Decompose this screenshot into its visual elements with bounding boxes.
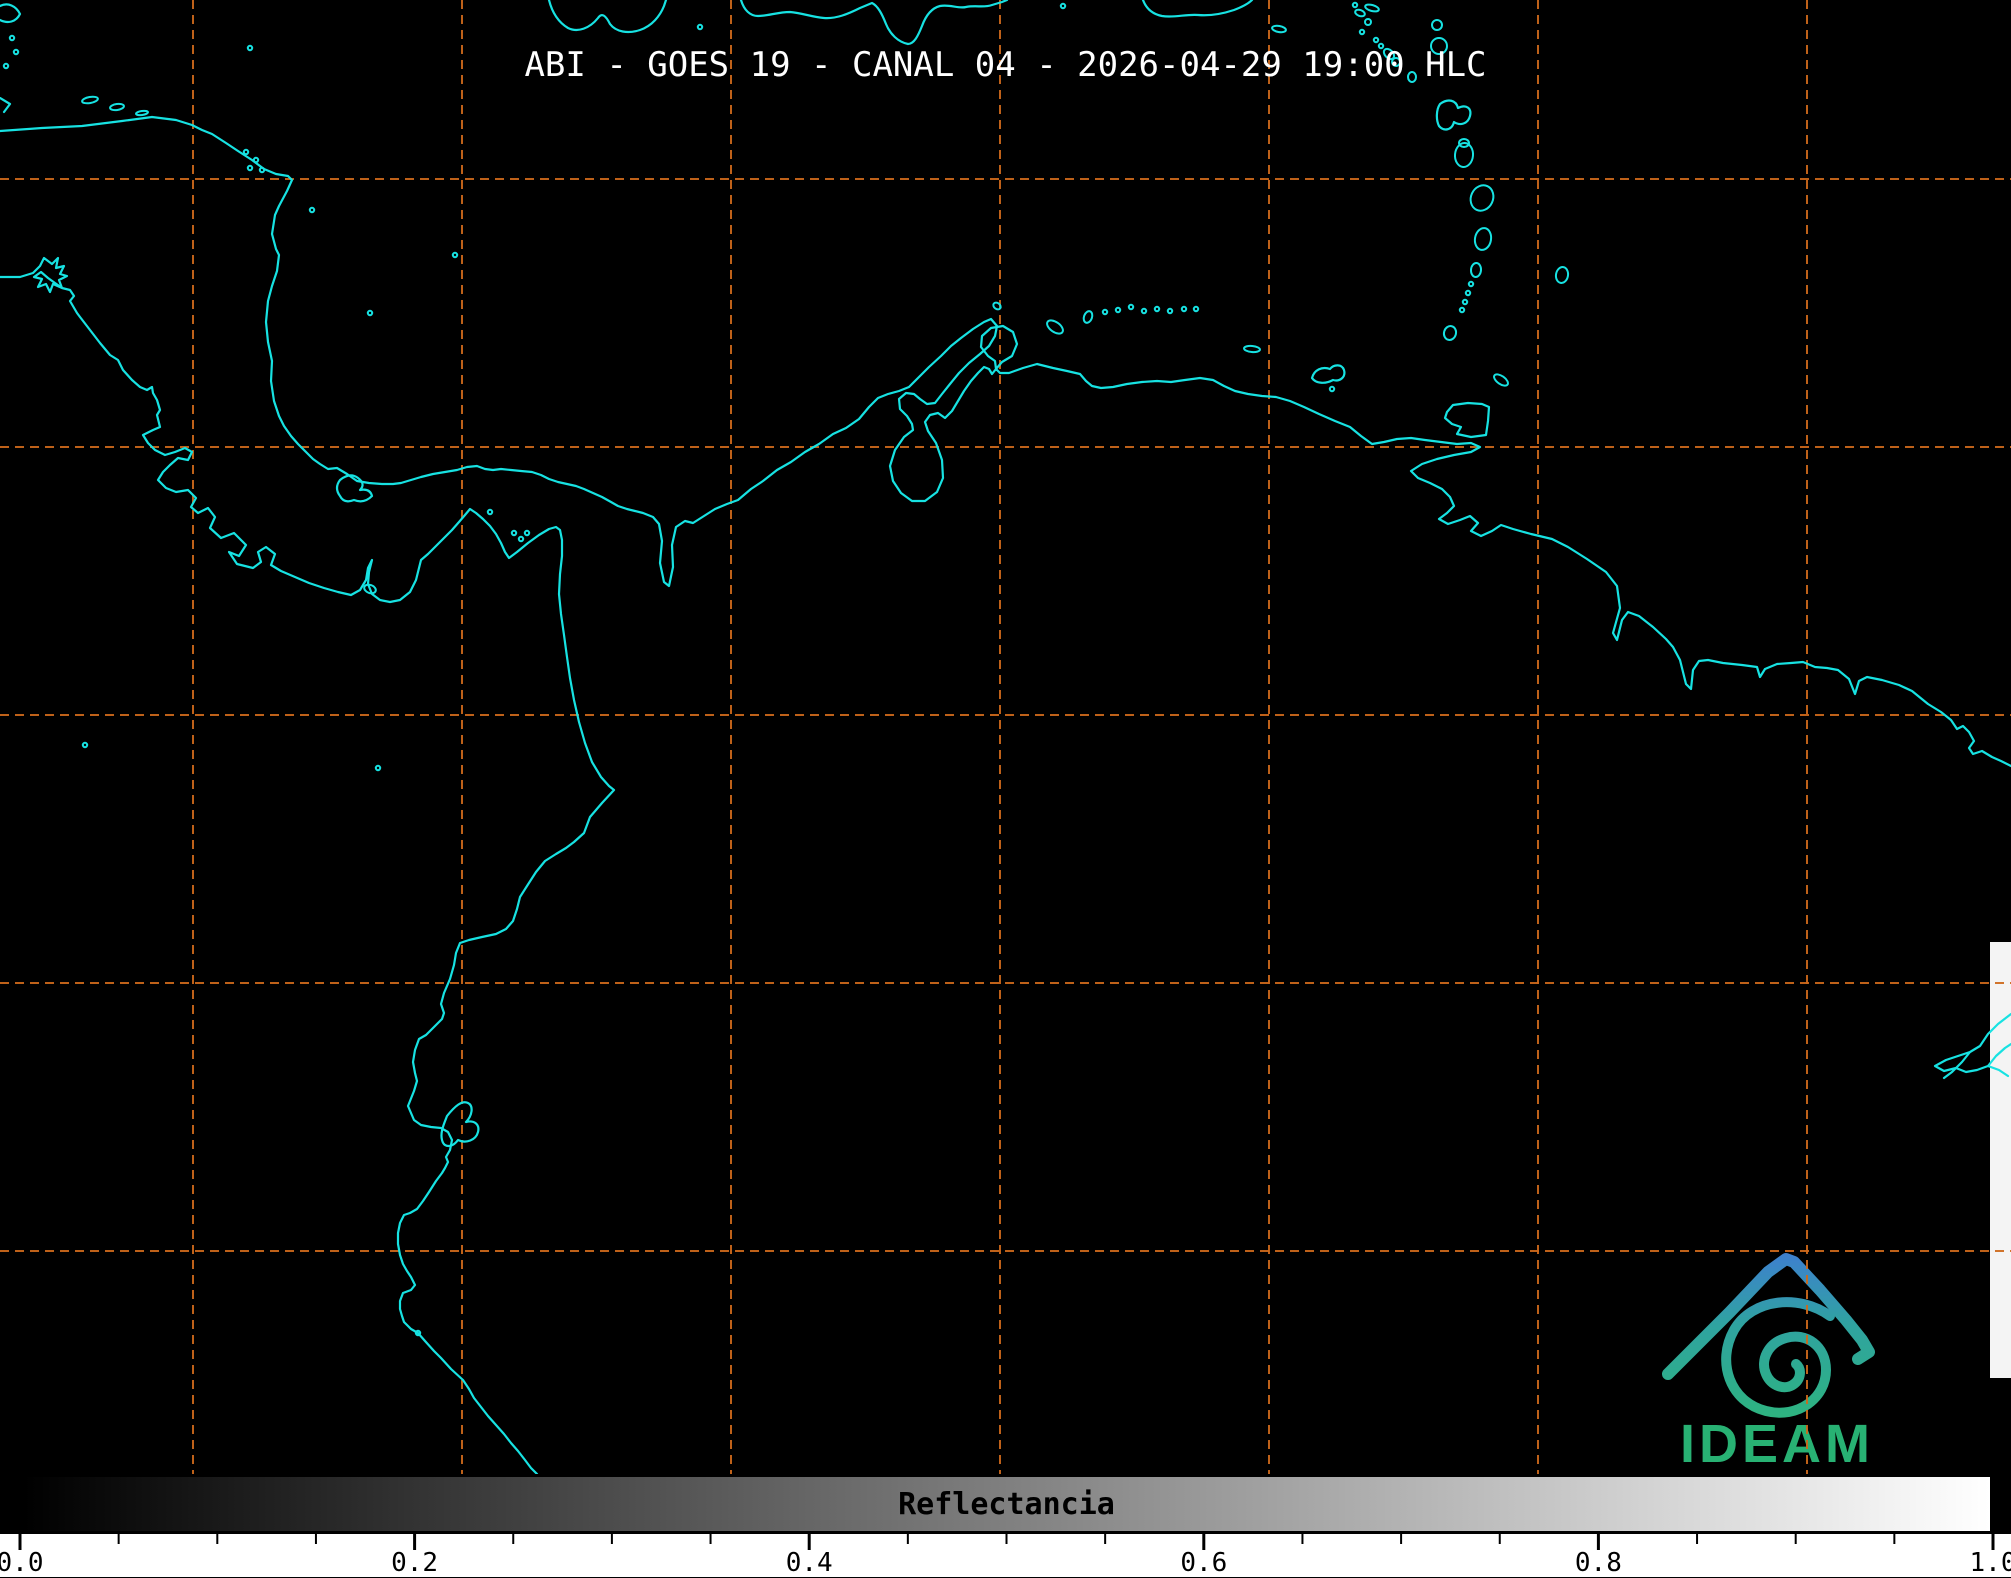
islet-dot — [1464, 289, 1472, 297]
hurricane-spiral-icon — [1721, 1297, 1835, 1418]
satellite-map-figure: IDEAM ABI - GOES 19 - CANAL 04 - 2026-04… — [0, 0, 2011, 1578]
coastline-pacific-mainland — [0, 256, 616, 1474]
islet-dot — [1328, 385, 1336, 393]
map-title: ABI - GOES 19 - CANAL 04 - 2026-04-29 19… — [524, 45, 1487, 85]
small-island-outlines — [81, 3, 1570, 595]
map-canvas: IDEAM — [0, 0, 2011, 1474]
islet-dot — [1059, 2, 1067, 10]
islet-dot — [1140, 307, 1148, 315]
islet-dot — [81, 741, 89, 749]
colorbar-axis: 0.0 0.2 0.4 0.6 0.8 1.0 — [0, 1534, 2011, 1578]
islet-dot — [510, 529, 518, 537]
coastline-jamaica — [547, 0, 668, 34]
ideam-logo: IDEAM — [1662, 1253, 1875, 1474]
colorbar-tick-label: 0.8 — [1574, 1548, 1622, 1578]
island-outline — [1469, 262, 1483, 278]
islet-dot — [1127, 303, 1135, 311]
islet-dot — [1358, 28, 1366, 36]
islet-dot — [1372, 36, 1380, 44]
islet-dot — [1351, 1, 1359, 9]
island-outline — [1364, 3, 1380, 13]
colorbar-tick-label: 0.2 — [391, 1548, 439, 1578]
island-outline — [1082, 310, 1094, 324]
island-margarita — [1310, 364, 1346, 384]
colorbar-tick-label: 0.6 — [1180, 1548, 1228, 1578]
coastline-caribbean-mainland — [0, 115, 2011, 768]
islet-dot — [258, 166, 266, 174]
island-outline — [1442, 325, 1458, 341]
coastlines — [0, 0, 2011, 1474]
colorbar-tick-label: 0.4 — [785, 1548, 833, 1578]
islet-dot — [1467, 280, 1475, 288]
island-outline — [1473, 227, 1493, 251]
colorbar-label: Reflectancia — [898, 1487, 1115, 1522]
island-outline — [1469, 184, 1495, 212]
bright-cloud-edge-patch — [1990, 942, 2011, 1378]
islet-dot — [1153, 305, 1161, 313]
islet-dot — [366, 309, 374, 317]
islet-dot — [1458, 306, 1466, 314]
gulf-of-guayaquil-puna — [440, 1101, 480, 1148]
island-outline — [135, 109, 149, 117]
islet-dot — [696, 23, 704, 31]
island-outline — [1243, 344, 1261, 354]
island-guadeloupe — [1435, 99, 1472, 131]
coastline-hispaniola — [739, 0, 1009, 46]
island-outline — [1271, 24, 1287, 34]
logo-text: IDEAM — [1680, 1414, 1874, 1474]
small-island-dots — [2, 1, 1475, 1337]
island-outline — [1046, 319, 1064, 335]
islet-dot — [1114, 306, 1122, 314]
islet-dot — [1461, 298, 1469, 306]
island-outline — [81, 95, 99, 105]
islet-dot — [374, 764, 382, 772]
graticule — [0, 0, 2011, 1474]
island-outline — [1364, 18, 1372, 26]
islet-dot — [486, 508, 494, 516]
islet-dot — [308, 206, 316, 214]
colorbar-tick-label: 1.0 — [1969, 1548, 2011, 1578]
islet-dot — [1166, 307, 1174, 315]
island-outline — [1431, 19, 1443, 31]
island-outline — [1554, 266, 1570, 284]
islet-dot — [246, 164, 254, 172]
island-outline — [109, 102, 125, 112]
island-outline — [1493, 373, 1509, 387]
islet-dot — [1180, 305, 1188, 313]
colorbar-tick-label: 0.0 — [0, 1548, 44, 1578]
islet-dot — [523, 529, 531, 537]
islet-dot — [1101, 308, 1109, 316]
island-outline — [1354, 8, 1366, 18]
islet-dot — [242, 148, 250, 156]
islet-dot — [517, 535, 525, 543]
islet-dot — [451, 251, 459, 259]
islet-dot — [252, 156, 260, 164]
colorbar-ticks — [18, 1534, 1995, 1550]
islet-dot — [8, 34, 16, 42]
island-trinidad — [1443, 401, 1491, 439]
islet-dot — [1192, 305, 1200, 313]
coastline-puerto-rico — [1141, 0, 1254, 18]
